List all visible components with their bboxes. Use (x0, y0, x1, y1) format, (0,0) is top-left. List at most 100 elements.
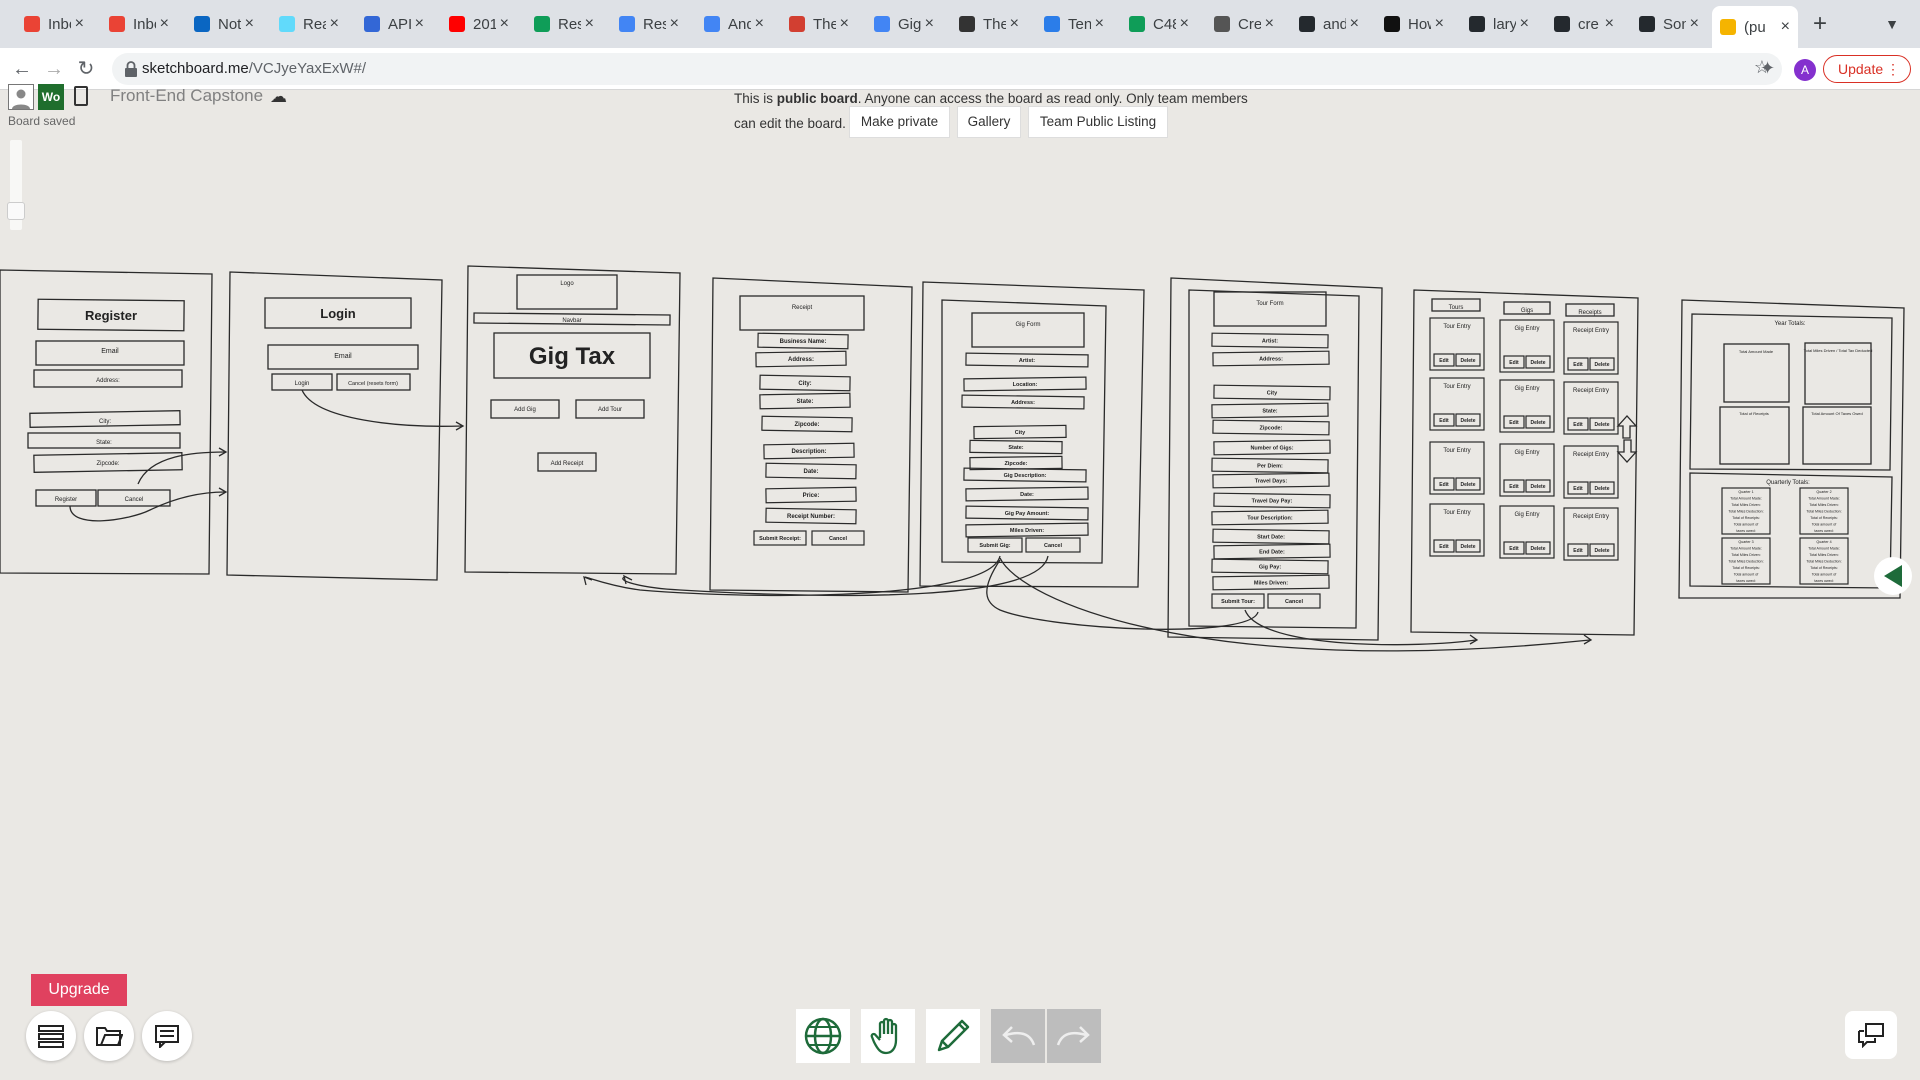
quarter-line: Total of Receipts: (1732, 516, 1760, 520)
tour-form-field: End Date: (1259, 549, 1285, 555)
receipt-field: Date: (803, 469, 818, 475)
totals-miles-tax: Total Miles Driven / Total Tax Deducted (1804, 348, 1873, 353)
quarter-line: Total of Receipts: (1732, 566, 1760, 570)
receipt-field: Description: (791, 449, 826, 455)
register-field-zipcode: Zipcode: (96, 461, 119, 467)
folder-icon (96, 1027, 123, 1046)
layers-button[interactable] (26, 1011, 76, 1061)
collapse-panel-button[interactable] (1874, 557, 1912, 595)
gig-form-field: Artist: (1019, 358, 1035, 364)
quarter-line: Total Miles Driven: (1731, 503, 1760, 507)
chat-icon (1858, 1023, 1884, 1048)
receipt-field: Receipt Number: (787, 514, 835, 520)
login-button: Login (295, 381, 310, 387)
gig-form-wireframe: Gig Form (919, 281, 1145, 588)
list-entry-title: Receipt Entry (1573, 514, 1609, 520)
register-field-email: Email (101, 348, 119, 355)
receipt-field: Business Name: (780, 339, 827, 345)
chat-button[interactable] (1845, 1011, 1897, 1059)
list-delete-button: Delete (1460, 358, 1475, 364)
tour-form-field: Travel Day Pay: (1252, 498, 1293, 504)
hand-tool-button[interactable] (861, 1009, 915, 1063)
open-folder-button[interactable] (84, 1011, 134, 1061)
quarter-line: taxes owed: (1814, 579, 1833, 583)
list-entry-title: Gig Entry (1514, 326, 1539, 332)
board-canvas[interactable]: Register Email Address: City: State: Zip… (0, 0, 1920, 1080)
comments-button[interactable] (142, 1011, 192, 1061)
register-button: Register (55, 497, 77, 503)
list-edit-button: Edit (1509, 420, 1519, 426)
list-delete-button: Delete (1594, 548, 1609, 554)
register-field-state: State: (96, 440, 112, 446)
pencil-tool-button[interactable] (926, 1009, 980, 1063)
tour-form-field: City (1267, 390, 1278, 396)
tour-form-field: Miles Driven: (1254, 580, 1288, 586)
comment-icon (155, 1025, 179, 1048)
list-delete-button: Delete (1530, 546, 1545, 552)
list-delete-button: Delete (1594, 486, 1609, 492)
gig-form-title: Gig Form (1015, 322, 1040, 328)
tour-cancel-button: Cancel (1285, 599, 1304, 605)
quarter-line: Total amount of (1734, 523, 1759, 527)
list-edit-button: Edit (1573, 486, 1583, 492)
receipt-cancel-button: Cancel (829, 536, 848, 542)
quarter-line: Quarter 3 (1738, 540, 1753, 544)
receipt-field: Zipcode: (795, 422, 820, 428)
tour-form-field: Travel Days: (1255, 478, 1288, 484)
list-edit-button: Edit (1439, 418, 1449, 424)
login-cancel-button: Cancel (resets form) (348, 381, 398, 387)
redo-button[interactable] (1047, 1009, 1101, 1063)
globe-icon (804, 1017, 842, 1055)
gig-form-field: Zipcode: (1005, 461, 1028, 467)
tour-form-field: Artist: (1262, 338, 1278, 344)
quarter-line: Total of Receipts: (1810, 516, 1838, 520)
tour-form-field: Tour Description: (1247, 515, 1293, 521)
pencil-icon (937, 1019, 970, 1052)
tour-form-field: Gig Pay: (1259, 564, 1281, 570)
list-edit-button: Edit (1509, 360, 1519, 366)
list-delete-button: Delete (1530, 484, 1545, 490)
list-entry-title: Gig Entry (1514, 512, 1539, 518)
quarter-line: Total amount of (1812, 573, 1837, 577)
gig-form-field: Date: (1020, 492, 1034, 498)
register-title: Register (85, 308, 137, 323)
tour-form-field: State: (1262, 408, 1277, 414)
quarter-line: Total Amount Made: (1730, 547, 1762, 551)
list-edit-button: Edit (1439, 358, 1449, 364)
quarter-line: Total Miles Deduction: (1728, 560, 1763, 564)
list-entry-title: Receipt Entry (1573, 388, 1609, 394)
quarter-line: Total Amount Made: (1808, 497, 1840, 501)
home-logo: Logo (560, 281, 574, 287)
tour-form-field: Number of Gigs: (1250, 445, 1293, 451)
login-title: Login (320, 306, 355, 321)
tour-form-title: Tour Form (1256, 301, 1283, 307)
tour-form-field: Zipcode: (1260, 425, 1283, 431)
register-field-city: City: (99, 419, 111, 425)
flow-connectors (583, 555, 1593, 652)
receipt-field: State: (797, 399, 814, 405)
quarter-line: Quarter 1 (1738, 490, 1753, 494)
undo-button[interactable] (991, 1009, 1045, 1063)
receipt-field: City: (798, 381, 811, 387)
list-entry-title: Gig Entry (1514, 450, 1539, 456)
receipt-field: Address: (788, 357, 814, 363)
gig-form-field: State: (1008, 445, 1023, 451)
list-entry-title: Receipt Entry (1573, 328, 1609, 334)
list-edit-button: Edit (1509, 546, 1519, 552)
gig-form-field: Miles Driven: (1010, 528, 1044, 534)
quarter-line: Total Miles Driven: (1809, 503, 1838, 507)
globe-tool-button[interactable] (796, 1009, 850, 1063)
receipt-field: Price: (803, 493, 820, 499)
upgrade-button[interactable]: Upgrade (31, 974, 127, 1006)
list-edit-button: Edit (1573, 362, 1583, 368)
layers-icon (38, 1025, 64, 1048)
list-tab-gigs: Gigs (1521, 308, 1533, 314)
list-entry-title: Tour Entry (1443, 384, 1470, 390)
list-edit-button: Edit (1439, 482, 1449, 488)
receipt-title: Receipt (792, 305, 813, 311)
quarter-line: Total Miles Deduction: (1806, 510, 1841, 514)
register-wireframe: Register Email Address: City: State: Zip… (0, 269, 228, 575)
quarter-line: Total amount of (1734, 573, 1759, 577)
receipt-submit-button: Submit Receipt: (759, 536, 801, 542)
login-field-email: Email (334, 353, 352, 360)
